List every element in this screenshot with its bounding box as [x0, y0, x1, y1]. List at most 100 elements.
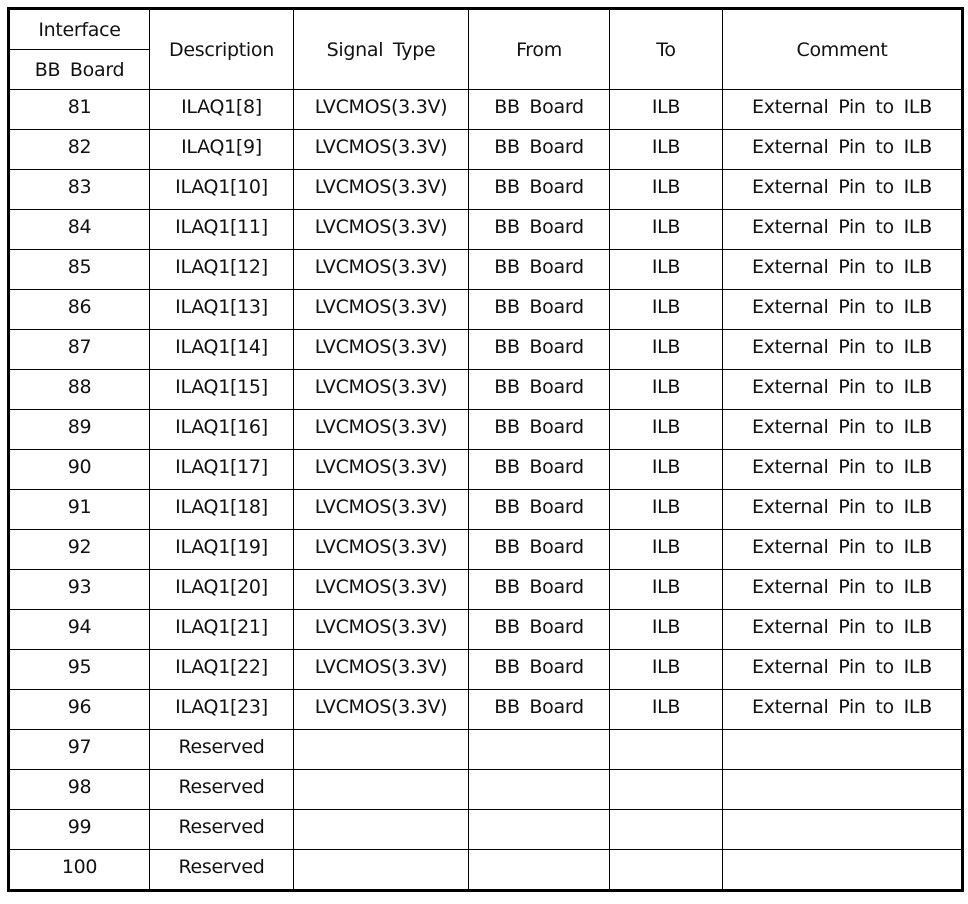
table-row: 99 Reserved: [8, 809, 963, 850]
table-row: 94 ILAQ1[21] LVCMOS(3.3V) BB Board ILB Extern…: [8, 609, 963, 650]
comment-cell: External Pin to ILB: [722, 209, 963, 250]
table-row: 97 Reserved: [8, 729, 963, 770]
description-cell: ILAQ1[16]: [149, 409, 294, 450]
description-cell: Reserved: [149, 729, 294, 770]
description-cell: Reserved: [149, 809, 294, 850]
description-cell: Reserved: [149, 849, 294, 891]
description-cell: ILAQ1[23]: [149, 689, 294, 730]
table-row: 85 ILAQ1[12] LVCMOS(3.3V) BB Board ILB Extern…: [8, 249, 963, 290]
table-row: 93 ILAQ1[20] LVCMOS(3.3V) BB Board ILB Extern…: [8, 569, 963, 610]
comment-cell: External Pin to ILB: [722, 529, 963, 570]
from-cell: BB Board: [468, 289, 610, 330]
signal-type-cell: LVCMOS(3.3V): [293, 249, 469, 290]
description-cell: ILAQ1[18]: [149, 489, 294, 530]
to-cell: ILB: [609, 409, 723, 450]
to-cell: ILB: [609, 489, 723, 530]
from-cell: BB Board: [468, 129, 610, 170]
comment-cell: External Pin to ILB: [722, 89, 963, 130]
table-row: 96 ILAQ1[23] LVCMOS(3.3V) BB Board ILB Extern…: [8, 689, 963, 730]
description-cell: ILAQ1[11]: [149, 209, 294, 250]
header-from: From: [468, 8, 610, 90]
comment-cell: External Pin to ILB: [722, 369, 963, 410]
to-cell: [609, 809, 723, 850]
signal-type-cell: LVCMOS(3.3V): [293, 169, 469, 210]
from-cell: BB Board: [468, 649, 610, 690]
to-cell: ILB: [609, 169, 723, 210]
table-row: 100 Reserved: [8, 849, 963, 891]
header-bb-board: BB Board: [8, 49, 150, 90]
table-row: 83 ILAQ1[10] LVCMOS(3.3V) BB Board ILB Extern…: [8, 169, 963, 210]
comment-cell: External Pin to ILB: [722, 249, 963, 290]
from-cell: BB Board: [468, 169, 610, 210]
from-cell: BB Board: [468, 609, 610, 650]
pin-cell: 95: [8, 649, 150, 690]
description-cell: ILAQ1[9]: [149, 129, 294, 170]
from-cell: BB Board: [468, 689, 610, 730]
pin-cell: 81: [8, 89, 150, 130]
pin-cell: 84: [8, 209, 150, 250]
table-row: 86 ILAQ1[13] LVCMOS(3.3V) BB Board ILB Extern…: [8, 289, 963, 330]
comment-cell: External Pin to ILB: [722, 489, 963, 530]
from-cell: BB Board: [468, 489, 610, 530]
comment-cell: External Pin to ILB: [722, 649, 963, 690]
signal-type-cell: LVCMOS(3.3V): [293, 329, 469, 370]
pin-cell: 100: [8, 849, 150, 891]
pin-cell: 86: [8, 289, 150, 330]
interface-table: Interface Description Signal Type From T…: [7, 7, 964, 892]
signal-type-cell: LVCMOS(3.3V): [293, 369, 469, 410]
pin-cell: 98: [8, 769, 150, 810]
from-cell: [468, 769, 610, 810]
signal-type-cell: LVCMOS(3.3V): [293, 689, 469, 730]
table-row: 92 ILAQ1[19] LVCMOS(3.3V) BB Board ILB Extern…: [8, 529, 963, 570]
signal-type-cell: LVCMOS(3.3V): [293, 569, 469, 610]
description-cell: ILAQ1[13]: [149, 289, 294, 330]
document: Interface Description Signal Type From T…: [7, 7, 964, 892]
comment-cell: External Pin to ILB: [722, 569, 963, 610]
pin-cell: 88: [8, 369, 150, 410]
to-cell: ILB: [609, 329, 723, 370]
comment-cell: [722, 849, 963, 891]
table-header: Interface Description Signal Type From T…: [8, 8, 963, 90]
description-cell: ILAQ1[10]: [149, 169, 294, 210]
pin-cell: 85: [8, 249, 150, 290]
header-interface: Interface: [8, 8, 150, 50]
comment-cell: External Pin to ILB: [722, 329, 963, 370]
pin-cell: 97: [8, 729, 150, 770]
signal-type-cell: [293, 809, 469, 850]
to-cell: ILB: [609, 89, 723, 130]
table-row: 95 ILAQ1[22] LVCMOS(3.3V) BB Board ILB Extern…: [8, 649, 963, 690]
description-cell: Reserved: [149, 769, 294, 810]
from-cell: BB Board: [468, 449, 610, 490]
to-cell: ILB: [609, 209, 723, 250]
comment-cell: [722, 729, 963, 770]
pin-cell: 82: [8, 129, 150, 170]
from-cell: [468, 809, 610, 850]
comment-cell: External Pin to ILB: [722, 409, 963, 450]
from-cell: BB Board: [468, 89, 610, 130]
from-cell: BB Board: [468, 369, 610, 410]
signal-type-cell: LVCMOS(3.3V): [293, 289, 469, 330]
from-cell: BB Board: [468, 569, 610, 610]
signal-type-cell: LVCMOS(3.3V): [293, 449, 469, 490]
from-cell: BB Board: [468, 329, 610, 370]
pin-cell: 91: [8, 489, 150, 530]
description-cell: ILAQ1[8]: [149, 89, 294, 130]
to-cell: [609, 769, 723, 810]
table-row: 91 ILAQ1[18] LVCMOS(3.3V) BB Board ILB Extern…: [8, 489, 963, 530]
signal-type-cell: LVCMOS(3.3V): [293, 649, 469, 690]
comment-cell: [722, 809, 963, 850]
comment-cell: External Pin to ILB: [722, 129, 963, 170]
pin-cell: 90: [8, 449, 150, 490]
pin-cell: 96: [8, 689, 150, 730]
to-cell: ILB: [609, 569, 723, 610]
to-cell: ILB: [609, 129, 723, 170]
table-row: 84 ILAQ1[11] LVCMOS(3.3V) BB Board ILB Extern…: [8, 209, 963, 250]
description-cell: ILAQ1[19]: [149, 529, 294, 570]
to-cell: ILB: [609, 289, 723, 330]
to-cell: [609, 729, 723, 770]
to-cell: ILB: [609, 369, 723, 410]
description-cell: ILAQ1[12]: [149, 249, 294, 290]
signal-type-cell: LVCMOS(3.3V): [293, 409, 469, 450]
table-row: 88 ILAQ1[15] LVCMOS(3.3V) BB Board ILB Extern…: [8, 369, 963, 410]
pin-cell: 89: [8, 409, 150, 450]
